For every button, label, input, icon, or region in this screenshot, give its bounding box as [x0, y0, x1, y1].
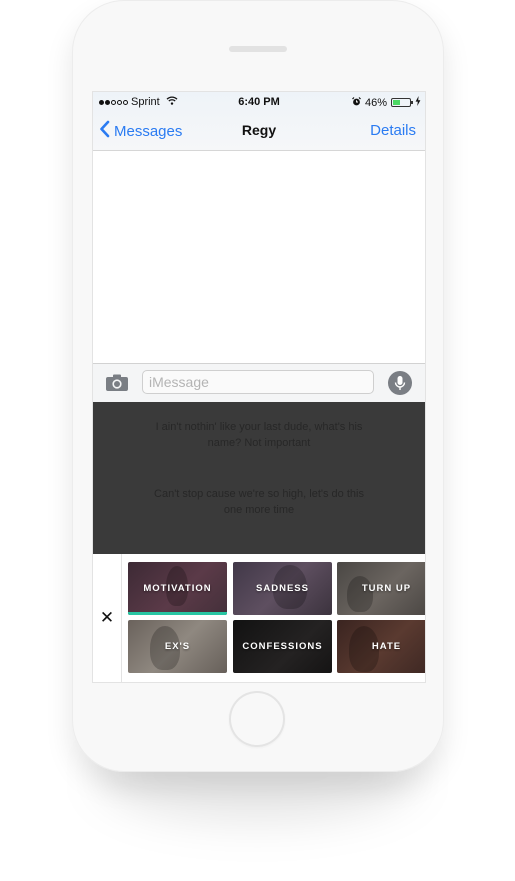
- lyric-suggestion[interactable]: Can't stop cause we're so high, let's do…: [153, 486, 365, 518]
- battery-nub: [411, 101, 413, 104]
- status-right: 46%: [352, 96, 421, 109]
- microphone-icon[interactable]: [388, 371, 412, 395]
- category-tile-sadness[interactable]: SADNESS: [233, 562, 332, 615]
- category-label: CONFESSIONS: [242, 641, 323, 652]
- category-tile-hate[interactable]: HATE: [337, 620, 425, 673]
- category-tile-confessions[interactable]: CONFESSIONS: [233, 620, 332, 673]
- details-button[interactable]: Details: [370, 122, 416, 139]
- charging-bolt-icon: [415, 96, 421, 109]
- category-label: TURN UP: [361, 583, 412, 594]
- category-tile-turn-up[interactable]: TURN UP: [337, 562, 425, 615]
- home-button[interactable]: [229, 691, 285, 747]
- close-keyboard-button[interactable]: ✕: [93, 554, 122, 682]
- tile-photo-figure: [347, 576, 373, 612]
- battery-icon: [391, 98, 413, 107]
- category-tile-exs[interactable]: EX'S: [128, 620, 227, 673]
- camera-icon[interactable]: [105, 373, 129, 393]
- imessage-input[interactable]: [142, 370, 374, 394]
- battery-percent: 46%: [364, 96, 387, 109]
- back-to-messages-button[interactable]: Messages: [99, 120, 182, 142]
- phone-screen: Sprint 6:40 PM 46% Messages Regy Details…: [92, 91, 426, 683]
- category-tile-motivation[interactable]: MOTIVATION: [128, 562, 227, 615]
- lyrics-suggestions-panel: I ain't nothin' like your last dude, wha…: [93, 402, 425, 554]
- back-label: Messages: [114, 122, 183, 140]
- message-thread[interactable]: [93, 151, 425, 363]
- battery-fill: [393, 100, 400, 105]
- top-bar: Sprint 6:40 PM 46% Messages Regy Details: [93, 92, 425, 151]
- alarm-icon: [352, 96, 361, 109]
- composer-bar: [93, 363, 425, 402]
- category-label: EX'S: [164, 641, 191, 652]
- category-label: HATE: [371, 641, 402, 652]
- earpiece-speaker: [229, 46, 287, 52]
- navigation-bar: Messages Regy Details: [93, 112, 425, 150]
- status-bar: Sprint 6:40 PM 46%: [93, 92, 425, 112]
- category-label: MOTIVATION: [143, 583, 212, 594]
- category-keyboard: ✕ MOTIVATION SADNESS TURN UP EX'S CONFES…: [93, 554, 425, 682]
- selected-indicator: [128, 612, 227, 615]
- category-label: SADNESS: [256, 583, 309, 594]
- lyric-suggestion[interactable]: I ain't nothin' like your last dude, wha…: [153, 419, 365, 451]
- chevron-left-icon: [99, 120, 110, 142]
